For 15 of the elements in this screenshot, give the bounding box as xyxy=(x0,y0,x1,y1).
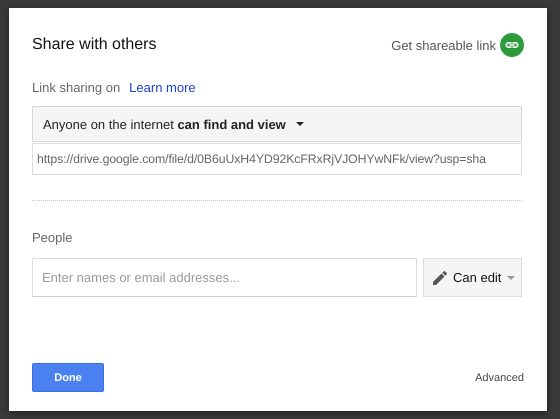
done-button[interactable]: Done xyxy=(32,363,104,392)
pencil-icon xyxy=(433,270,447,284)
dialog-title: Share with others xyxy=(32,36,157,54)
people-input-field[interactable]: Enter names or email addresses... xyxy=(32,258,417,297)
dropdown-caret-icon xyxy=(296,122,304,126)
get-shareable-link-button[interactable]: Get shareable link xyxy=(391,33,524,57)
advanced-link[interactable]: Advanced xyxy=(475,372,524,384)
link-sharing-status: Link sharing on xyxy=(32,80,120,95)
link-url-field[interactable]: https://drive.google.com/file/d/0B6uUxH4YD92KcFRxRjVJOHYwNFk/view?usp=sha xyxy=(32,143,522,175)
access-dropdown[interactable]: Anyone on the internet can find and view xyxy=(32,106,522,142)
dropdown-caret-icon xyxy=(507,276,516,280)
permission-dropdown[interactable]: Can edit xyxy=(423,258,522,297)
learn-more-link[interactable]: Learn more xyxy=(129,80,196,95)
people-label: People xyxy=(32,230,74,245)
link-icon xyxy=(500,33,524,57)
